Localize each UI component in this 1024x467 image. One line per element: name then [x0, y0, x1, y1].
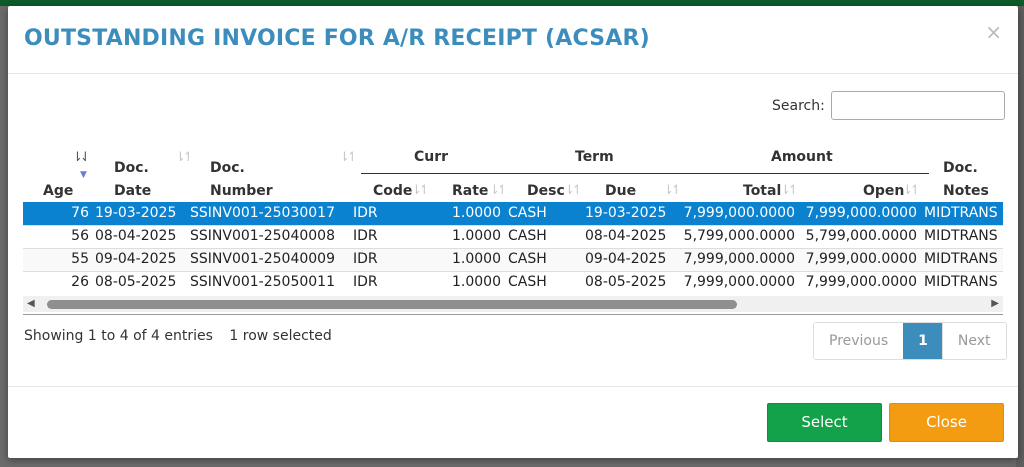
- table-row[interactable]: 55 09-04-2025 SSINV001-25040009 IDR 1.00…: [23, 248, 1003, 271]
- header-doc-date-line2[interactable]: Date: [114, 183, 151, 199]
- close-icon[interactable]: ×: [985, 20, 1002, 44]
- backdrop: [0, 6, 8, 467]
- horizontal-scrollbar[interactable]: ◀ ▶: [23, 296, 1003, 312]
- scroll-right-icon[interactable]: ▶: [991, 298, 999, 309]
- header-term-due[interactable]: Due: [605, 183, 636, 199]
- cell-rate: 1.0000: [452, 205, 501, 221]
- select-button[interactable]: Select: [767, 403, 882, 442]
- header-amount-open[interactable]: Open: [863, 183, 904, 199]
- cell-doc-date: 09-04-2025: [95, 251, 177, 267]
- cell-desc: CASH: [508, 228, 547, 244]
- header-doc-notes-line1[interactable]: Doc.: [943, 160, 978, 176]
- cell-due: 08-05-2025: [585, 274, 667, 290]
- header-amount-total[interactable]: Total: [743, 183, 781, 199]
- cell-doc-number: SSINV001-25040008: [190, 228, 335, 244]
- sort-icon[interactable]: ⇂↿: [339, 150, 358, 165]
- header-doc-number-line2[interactable]: Number: [210, 183, 273, 199]
- cell-doc-number: SSINV001-25050011: [190, 274, 335, 290]
- header-curr-rate[interactable]: Rate: [452, 183, 488, 199]
- table-body: 76 19-03-2025 SSINV001-25030017 IDR 1.00…: [23, 202, 1003, 294]
- cell-open: 7,999,000.0000: [805, 205, 917, 221]
- pagination-previous[interactable]: Previous: [814, 323, 904, 359]
- header-group-curr: Curr: [414, 149, 449, 165]
- header-doc-date-line1[interactable]: Doc.: [114, 160, 149, 176]
- cell-doc-date: 19-03-2025: [95, 205, 177, 221]
- cell-desc: CASH: [508, 274, 547, 290]
- cell-doc-number: SSINV001-25040009: [190, 251, 335, 267]
- cell-doc-date: 08-05-2025: [95, 274, 177, 290]
- cell-open: 7,999,000.0000: [805, 251, 917, 267]
- pagination-page-1[interactable]: 1: [903, 323, 942, 359]
- cell-curr-code: IDR: [353, 228, 378, 244]
- cell-curr-code: IDR: [353, 274, 378, 290]
- header-doc-number-line1[interactable]: Doc.: [210, 160, 245, 176]
- scroll-left-icon[interactable]: ◀: [27, 298, 35, 309]
- sort-icon[interactable]: ⇂↿: [175, 150, 194, 165]
- header-age[interactable]: Age: [43, 183, 73, 199]
- cell-desc: CASH: [508, 205, 547, 221]
- entries-info: Showing 1 to 4 of 4 entries: [24, 328, 213, 344]
- outstanding-invoice-modal: OUTSTANDING INVOICE FOR A/R RECEIPT (ACS…: [8, 6, 1018, 458]
- close-button[interactable]: Close: [889, 403, 1004, 442]
- table-row[interactable]: 26 08-05-2025 SSINV001-25050011 IDR 1.00…: [23, 271, 1003, 294]
- cell-rate: 1.0000: [452, 274, 501, 290]
- cell-due: 19-03-2025: [585, 205, 667, 221]
- cell-age: 56: [71, 228, 89, 244]
- table-row[interactable]: 56 08-04-2025 SSINV001-25040008 IDR 1.00…: [23, 225, 1003, 248]
- search-input[interactable]: [831, 91, 1005, 120]
- sort-icon[interactable]: ⇂↿: [564, 183, 583, 198]
- pagination: Previous 1 Next: [813, 322, 1007, 360]
- cell-desc: CASH: [508, 251, 547, 267]
- header-doc-notes-line2[interactable]: Notes: [943, 183, 989, 199]
- invoice-table: ⇂⇃ ▼ Age Doc. Date ⇂↿ Doc. Number ⇂↿ Cur…: [23, 136, 1003, 296]
- header-curr-code[interactable]: Code: [373, 183, 412, 199]
- table-bottom-border: [23, 314, 1003, 315]
- search-label: Search:: [772, 98, 825, 114]
- sort-icon[interactable]: ⇂↿: [663, 183, 682, 198]
- cell-notes: MIDTRANS: [924, 274, 998, 290]
- cell-notes: MIDTRANS: [924, 228, 998, 244]
- sort-icon[interactable]: ⇂↿: [780, 183, 799, 198]
- cell-due: 09-04-2025: [585, 251, 667, 267]
- selection-info: 1 row selected: [229, 328, 332, 344]
- cell-open: 7,999,000.0000: [805, 274, 917, 290]
- table-info: Showing 1 to 4 of 4 entries 1 row select…: [24, 328, 332, 344]
- cell-total: 7,999,000.0000: [683, 274, 795, 290]
- cell-total: 7,999,000.0000: [683, 205, 795, 221]
- cell-open: 5,799,000.0000: [805, 228, 917, 244]
- cell-notes: MIDTRANS: [924, 251, 998, 267]
- cell-doc-date: 08-04-2025: [95, 228, 177, 244]
- sort-caret-icon: ▼: [80, 170, 87, 180]
- cell-curr-code: IDR: [353, 205, 378, 221]
- sort-icon[interactable]: ⇂↿: [489, 183, 508, 198]
- header-term-desc[interactable]: Desc: [527, 183, 565, 199]
- header-group-term: Term: [575, 149, 614, 165]
- header-group-amount: Amount: [771, 149, 833, 165]
- table-row[interactable]: 76 19-03-2025 SSINV001-25030017 IDR 1.00…: [23, 202, 1003, 225]
- sort-icon[interactable]: ⇂↿: [411, 183, 430, 198]
- cell-curr-code: IDR: [353, 251, 378, 267]
- modal-header: OUTSTANDING INVOICE FOR A/R RECEIPT (ACS…: [8, 6, 1018, 74]
- cell-rate: 1.0000: [452, 251, 501, 267]
- cell-notes: MIDTRANS: [924, 205, 998, 221]
- cell-total: 5,799,000.0000: [683, 228, 795, 244]
- cell-rate: 1.0000: [452, 228, 501, 244]
- scrollbar-thumb[interactable]: [47, 300, 737, 309]
- cell-doc-number: SSINV001-25030017: [190, 205, 335, 221]
- cell-age: 26: [71, 274, 89, 290]
- cell-due: 08-04-2025: [585, 228, 667, 244]
- sort-desc-icon[interactable]: ⇂⇃: [72, 150, 91, 165]
- modal-footer-divider: [8, 386, 1018, 387]
- cell-total: 7,999,000.0000: [683, 251, 795, 267]
- pagination-next[interactable]: Next: [941, 323, 1006, 359]
- sort-icon[interactable]: ⇂↿: [902, 183, 921, 198]
- cell-age: 55: [71, 251, 89, 267]
- group-header-divider: [361, 173, 929, 174]
- cell-age: 76: [71, 205, 89, 221]
- modal-title: OUTSTANDING INVOICE FOR A/R RECEIPT (ACS…: [24, 26, 650, 51]
